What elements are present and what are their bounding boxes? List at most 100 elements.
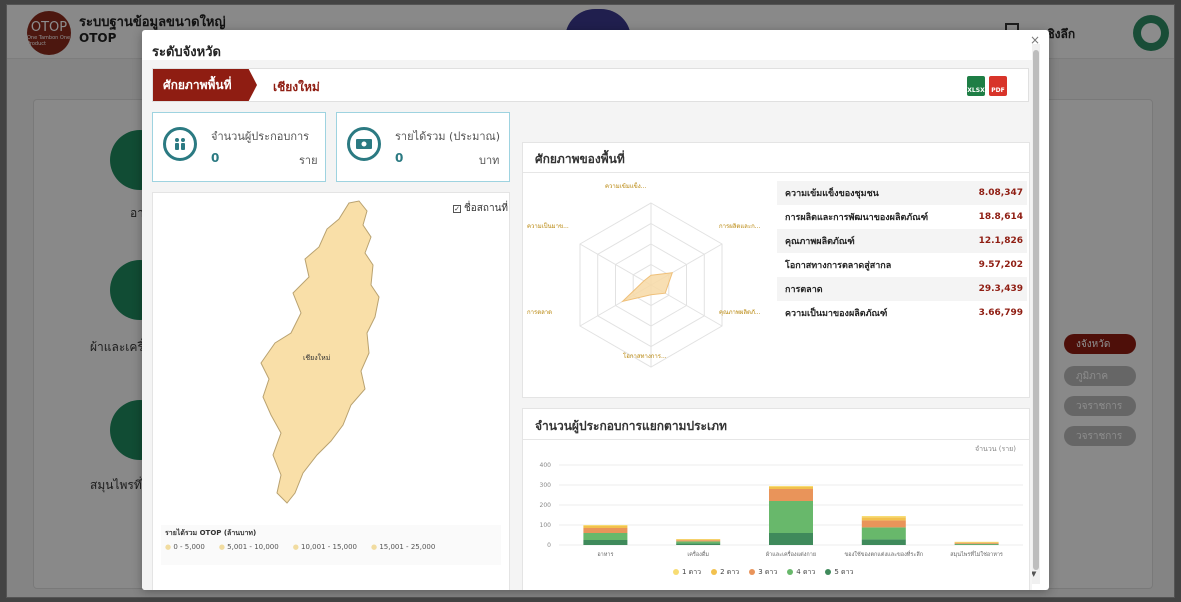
bar-segment <box>954 543 999 544</box>
potential-score-table: ความเข้มแข็งของชุมชน 8.08,347 การผลิตและกา… <box>777 181 1027 325</box>
legend-range-4: 15,001 - 25,000 <box>371 543 435 551</box>
score-name: การตลาด <box>785 285 823 295</box>
score-value: 9.57,202 <box>978 260 1023 270</box>
x-tick-label: อาหาร <box>597 552 613 558</box>
bar-segment <box>769 501 813 533</box>
y-tick-label: 200 <box>540 502 552 509</box>
province-map[interactable] <box>153 193 511 523</box>
legend-range-2: 5,001 - 10,000 <box>219 543 279 551</box>
y-tick-label: 0 <box>547 542 551 549</box>
score-name: ความเข้มแข็งของชุมชน <box>785 189 879 199</box>
province-modal: ระดับจังหวัด × ▼ ศักยภาพพื้นที่ เชียงใหม… <box>142 30 1049 590</box>
money-icon <box>347 127 381 161</box>
bar-legend-item[interactable]: 2 ดาว <box>711 567 739 578</box>
revenue-value: 0 <box>395 151 404 165</box>
legend-range-3: 10,001 - 15,000 <box>293 543 357 551</box>
bar-legend: 1 ดาว 2 ดาว 3 ดาว 4 ดาว 5 ดาว <box>673 567 853 578</box>
score-value: 8.08,347 <box>978 188 1023 198</box>
radar-label: การตลาด <box>527 309 553 316</box>
modal-title: ระดับจังหวัด <box>152 45 221 60</box>
bar-segment <box>676 541 721 544</box>
score-value: 12.1,826 <box>978 236 1023 246</box>
map-legend-title: รายได้รวม OTOP (ล้านบาท) <box>165 529 257 537</box>
bar-segment <box>583 525 628 526</box>
y-tick-label: 100 <box>540 522 552 529</box>
potential-card: ศักยภาพของพื้นที่ ความเข้มแข็ง... การผลิต… <box>522 142 1030 398</box>
bar-segment <box>769 533 813 545</box>
score-name: โอกาสทางการตลาดสู่สากล <box>785 261 892 271</box>
province-name: เชียงใหม่ <box>273 80 320 94</box>
bar-legend-label: 2 ดาว <box>720 568 740 576</box>
bar-segment <box>676 539 721 541</box>
score-name: ความเป็นมาของผลิตภัณฑ์ <box>785 309 888 319</box>
score-row: การผลิตและการพัฒนาของผลิตภัณฑ์ 18.8,614 <box>777 205 1027 229</box>
bar-legend-label: 4 ดาว <box>796 568 816 576</box>
bar-legend-item[interactable]: 3 ดาว <box>749 567 777 578</box>
bar-legend-item[interactable]: 1 ดาว <box>673 567 701 578</box>
potential-title: ศักยภาพของพื้นที่ <box>535 152 625 166</box>
x-tick-label: ผ้าและเครื่องแต่งกาย <box>766 550 816 558</box>
bar-segment <box>861 539 906 545</box>
entrepreneur-value: 0 <box>211 151 220 165</box>
score-name: การผลิตและการพัฒนาของผลิตภัณฑ์ <box>785 213 929 223</box>
modal-body: ศักยภาพพื้นที่ เชียงใหม่ XLSX PDF จำนวนผ… <box>142 60 1032 590</box>
score-value: 3.66,799 <box>978 308 1023 318</box>
bar-chart-title: จำนวนผู้ประกอบการแยกตามประเภท <box>535 419 727 433</box>
bar-chart: 0 100 200 300 400 อาหาร เครื่องดื่ม ผ้าและเครื่… <box>540 462 1023 558</box>
bar-legend-label: 5 ดาว <box>834 568 854 576</box>
bar-segment <box>676 540 721 542</box>
legend-range-1: 0 - 5,000 <box>165 543 204 551</box>
y-tick-label: 400 <box>540 462 552 469</box>
y-tick-label: 300 <box>540 482 552 489</box>
radar-label: โอกาสทางการ... <box>623 353 667 360</box>
bar-legend-item[interactable]: 4 ดาว <box>787 567 815 578</box>
radar-label: ความเข้มแข็ง... <box>605 183 647 190</box>
legend-dot-icon <box>711 569 718 575</box>
people-icon <box>163 127 197 161</box>
bar-segment <box>861 516 906 518</box>
bar-segment <box>583 533 628 540</box>
pdf-export-icon[interactable]: PDF <box>989 76 1007 96</box>
breadcrumb: ศักยภาพพื้นที่ เชียงใหม่ XLSX PDF <box>152 68 1029 102</box>
x-tick-label: ของใช้ของตกแต่งและของที่ระลึก <box>845 550 923 558</box>
revenue-unit: บาท <box>479 154 500 167</box>
tab-potential[interactable]: ศักยภาพพื้นที่ <box>153 69 257 101</box>
x-tick-label: เครื่องดื่ม <box>687 550 709 558</box>
bar-divider <box>523 439 1029 440</box>
map-legend-items: 0 - 5,000 5,001 - 10,000 10,001 - 15,000… <box>165 543 435 551</box>
radar-chart <box>579 202 723 368</box>
score-name: คุณภาพผลิตภัณฑ์ <box>785 237 855 247</box>
legend-dot-icon <box>749 569 756 575</box>
bar-segment <box>954 543 999 545</box>
bar-segment <box>676 543 721 545</box>
radar-label: การผลิตและก... <box>719 223 761 230</box>
radar-label: คุณภาพผลิตภั... <box>719 309 761 316</box>
score-row: ความเป็นมาของผลิตภัณฑ์ 3.66,799 <box>777 301 1027 325</box>
score-row: ความเข้มแข็งของชุมชน 8.08,347 <box>777 181 1027 205</box>
score-row: โอกาสทางการตลาดสู่สากล 9.57,202 <box>777 253 1027 277</box>
bar-segment <box>861 520 906 528</box>
score-value: 18.8,614 <box>978 212 1023 222</box>
bar-segment <box>583 526 628 528</box>
bar-segment <box>769 489 813 501</box>
xlsx-export-icon[interactable]: XLSX <box>967 76 985 96</box>
scrollbar-thumb[interactable] <box>1033 50 1039 570</box>
legend-dot-icon <box>787 569 794 575</box>
bar-segment <box>954 542 999 543</box>
bar-segment <box>861 527 906 540</box>
score-value: 29.3,439 <box>978 284 1023 294</box>
bar-legend-label: 3 ดาว <box>758 568 778 576</box>
bar-segment <box>861 517 906 521</box>
entrepreneur-label: จำนวนผู้ประกอบการ <box>211 130 310 143</box>
bar-legend-item[interactable]: 5 ดาว <box>825 567 853 578</box>
bar-legend-label: 1 ดาว <box>682 568 702 576</box>
bar-segment <box>583 528 628 533</box>
x-tick-label: สมุนไพรที่ไม่ใช่อาหาร <box>950 550 1003 558</box>
score-row: การตลาด 29.3,439 <box>777 277 1027 301</box>
radar-label: ความเป็นมาข... <box>527 223 569 230</box>
legend-dot-icon <box>825 569 832 575</box>
score-row: คุณภาพผลิตภัณฑ์ 12.1,826 <box>777 229 1027 253</box>
province-map-card: ✓ ชื่อสถานที่ เชียงใหม่ รายได้รวม OTOP (… <box>152 192 510 590</box>
entrepreneur-unit: ราย <box>299 154 318 167</box>
map-province-label: เชียงใหม่ <box>303 354 331 362</box>
